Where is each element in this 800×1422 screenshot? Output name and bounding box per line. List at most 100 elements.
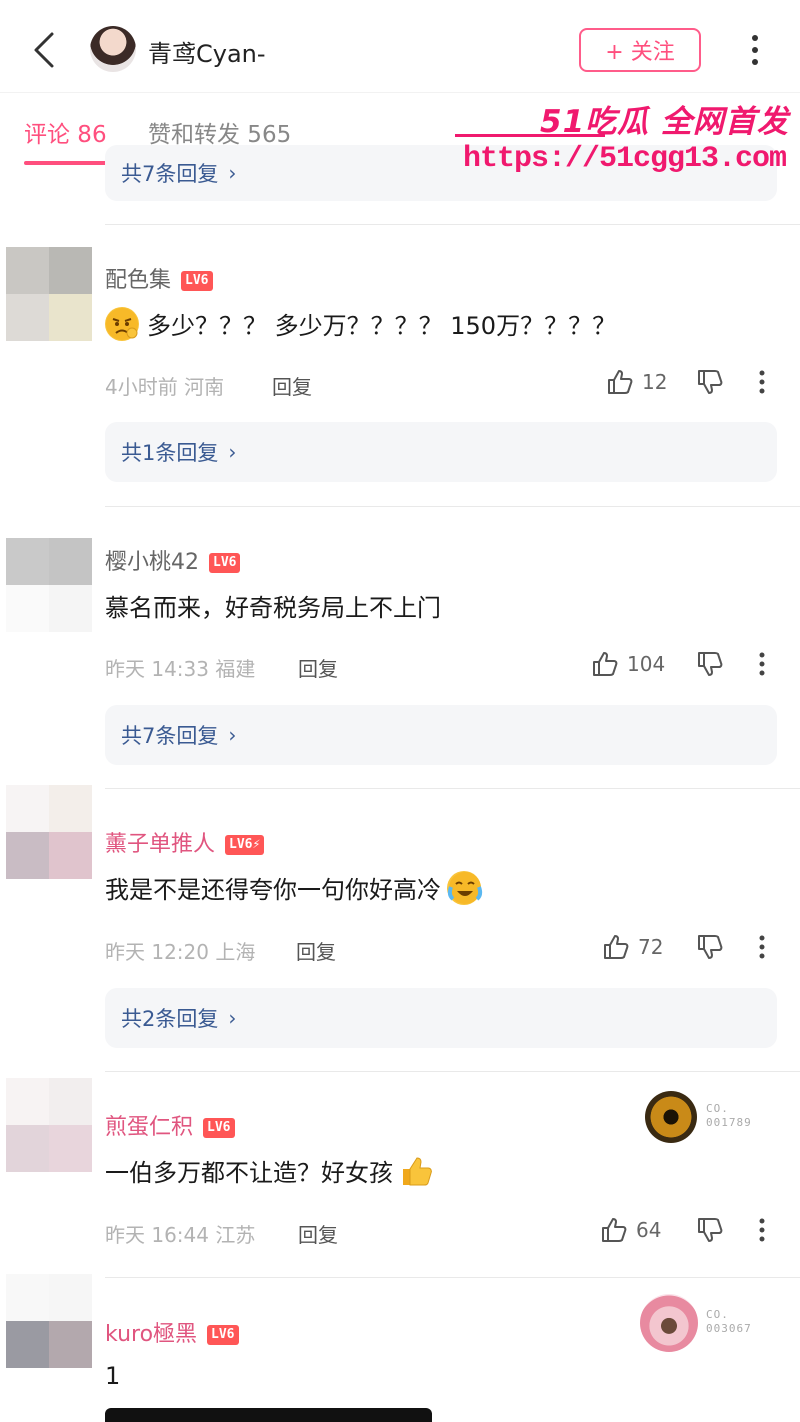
chevron-right-icon: › — [228, 723, 237, 747]
author-name[interactable]: 青鸢Cyan- — [148, 34, 266, 69]
fan-badge-icon[interactable] — [640, 1294, 698, 1352]
comment-time: 昨天 16:44 — [105, 1223, 209, 1247]
comment-more-icon[interactable] — [752, 368, 772, 396]
like-count: 72 — [638, 935, 664, 959]
comment-text: 慕名而来，好奇税务局上不上门 — [105, 594, 441, 622]
commenter-name[interactable]: 樱小桃42 LV6 — [105, 544, 241, 576]
commenter-name[interactable]: 薰子单推人 LV6⚡ — [105, 826, 265, 858]
divider — [105, 788, 800, 789]
divider — [105, 1071, 800, 1072]
angry-face-icon — [105, 307, 139, 341]
follow-button[interactable]: + 关注 — [579, 28, 701, 72]
thumbs-up-icon — [602, 1218, 627, 1242]
comment-text: 一伯多万都不让造？好女孩 — [105, 1153, 433, 1188]
thumbs-up-icon — [608, 370, 633, 394]
chevron-right-icon: › — [228, 440, 237, 464]
like-button[interactable]: 104 — [591, 650, 665, 678]
reply-button[interactable]: 回复 — [272, 371, 312, 400]
reply-button[interactable]: 回复 — [298, 653, 338, 682]
tab-comments[interactable]: 评论 86 — [24, 115, 107, 149]
commenter-name[interactable]: 煎蛋仁积 LV6 — [105, 1109, 235, 1141]
comment-text: 多少？？？ 多少万？？？？ 150万？？？？ — [105, 306, 616, 341]
fan-badge-number: 003067 — [706, 1322, 752, 1335]
comment-meta: 昨天 12:20 上海 — [105, 936, 255, 965]
thumbs-up-icon — [604, 935, 629, 959]
divider — [105, 1277, 800, 1278]
view-replies-label: 共7条回复 — [121, 724, 219, 748]
level-badge: LV6 — [209, 553, 241, 573]
comment-location: 福建 — [215, 657, 256, 681]
view-replies-button[interactable]: 共2条回复 › — [105, 988, 777, 1048]
more-options-icon[interactable] — [744, 30, 766, 70]
fan-badge-icon[interactable] — [645, 1091, 697, 1143]
comment-text-content: 我是不是还得夸你一句你好高冷 — [105, 876, 441, 904]
comment-time: 昨天 12:20 — [105, 940, 209, 964]
view-replies-label: 共1条回复 — [121, 441, 219, 465]
thumbs-down-icon[interactable] — [696, 650, 724, 678]
thumbs-up-icon — [593, 652, 618, 676]
comment-location: 上海 — [215, 940, 256, 964]
fan-badge-line1: CO. — [706, 1308, 729, 1321]
crying-laughing-icon — [447, 871, 483, 905]
commenter-name[interactable]: 配色集 LV6 — [105, 262, 213, 294]
fan-badge-label: CO. 003067 — [706, 1308, 752, 1336]
commenter-avatar[interactable] — [6, 1274, 92, 1368]
comment-time: 昨天 14:33 — [105, 657, 209, 681]
like-button[interactable]: 64 — [600, 1216, 661, 1244]
commenter-name-text: 煎蛋仁积 — [105, 1115, 194, 1140]
comment-more-icon[interactable] — [752, 650, 772, 678]
comment-text: 1 — [105, 1362, 121, 1390]
reply-button[interactable]: 回复 — [296, 936, 336, 965]
commenter-name-text: 樱小桃42 — [105, 550, 199, 575]
level-badge: LV6 — [181, 271, 213, 291]
commenter-avatar[interactable] — [6, 1078, 92, 1172]
fan-badge-label: CO. 001789 — [706, 1102, 752, 1130]
divider — [105, 506, 800, 507]
comment-text-content: 多少？？？ 多少万？？？？ 150万？？？？ — [147, 312, 617, 340]
comment-text: 我是不是还得夸你一句你好高冷 — [105, 870, 483, 905]
thumbs-down-icon[interactable] — [696, 368, 724, 396]
like-count: 104 — [627, 652, 666, 676]
fan-badge-number: 001789 — [706, 1116, 752, 1129]
divider — [105, 224, 800, 225]
commenter-avatar[interactable] — [6, 247, 92, 341]
view-replies-label: 共7条回复 — [121, 162, 219, 186]
like-button[interactable]: 72 — [602, 933, 663, 961]
level-badge: LV6 — [207, 1325, 239, 1345]
comment-text-content: 一伯多万都不让造？好女孩 — [105, 1159, 393, 1187]
like-button[interactable]: 12 — [606, 368, 667, 396]
tab-likes-reposts[interactable]: 赞和转发 565 — [148, 115, 291, 149]
comment-more-icon[interactable] — [752, 1216, 772, 1244]
like-count: 64 — [636, 1218, 662, 1242]
comment-location: 江苏 — [215, 1223, 256, 1247]
author-avatar[interactable] — [90, 26, 136, 72]
thumbs-down-icon[interactable] — [696, 933, 724, 961]
reply-button[interactable]: 回复 — [298, 1219, 338, 1248]
view-replies-button[interactable]: 共1条回复 › — [105, 422, 777, 482]
chevron-right-icon: › — [228, 161, 237, 185]
comment-meta: 昨天 16:44 江苏 — [105, 1219, 255, 1248]
commenter-name-text: kuro極黑 — [105, 1322, 198, 1347]
level-badge: LV6 — [203, 1118, 235, 1138]
embedded-media-preview[interactable] — [105, 1408, 432, 1422]
commenter-name-text: 薰子单推人 — [105, 832, 216, 857]
fan-badge-line1: CO. — [706, 1102, 729, 1115]
level-badge: LV6⚡ — [225, 835, 265, 855]
view-replies-label: 共2条回复 — [121, 1007, 219, 1031]
view-replies-button[interactable]: 共7条回复 › — [105, 145, 777, 201]
comment-more-icon[interactable] — [752, 933, 772, 961]
thumbs-down-icon[interactable] — [696, 1216, 724, 1244]
active-tab-indicator — [24, 161, 108, 165]
top-bar: 青鸢Cyan- + 关注 — [0, 0, 800, 92]
commenter-name[interactable]: kuro極黑 LV6 — [105, 1316, 239, 1348]
back-arrow-icon[interactable] — [30, 30, 60, 70]
comment-location: 河南 — [184, 375, 225, 399]
view-replies-button[interactable]: 共7条回复 › — [105, 705, 777, 765]
commenter-avatar[interactable] — [6, 538, 92, 632]
comment-time: 4小时前 — [105, 375, 178, 399]
commenter-name-text: 配色集 — [105, 268, 172, 293]
like-count: 12 — [642, 370, 668, 394]
thumbs-up-icon — [403, 1157, 432, 1186]
chevron-right-icon: › — [228, 1006, 237, 1030]
commenter-avatar[interactable] — [6, 785, 92, 879]
